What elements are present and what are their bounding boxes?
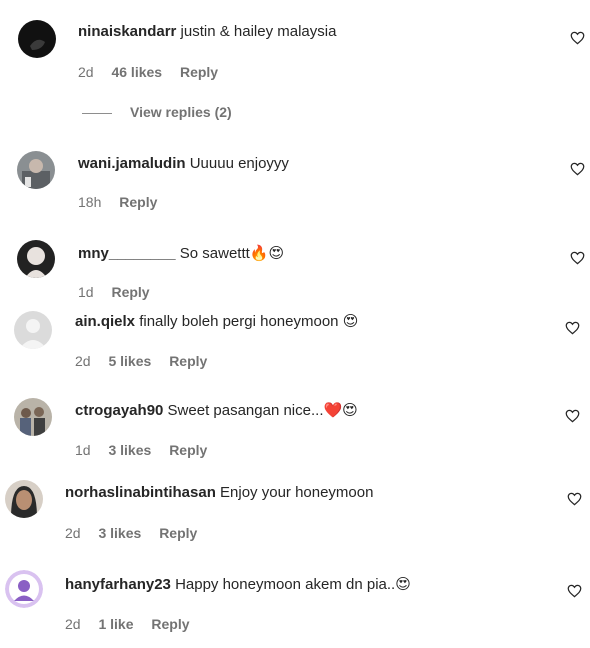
username-link[interactable]: ninaiskandarr [78,23,176,40]
reply-button[interactable]: Reply [169,353,207,369]
comment-text: Enjoy your honeymoon [220,484,374,501]
like-heart-icon[interactable] [565,321,580,335]
comment-line: wani.jamaludin Uuuuu enjoyyy [78,154,289,174]
comment-line: ain.qielx finally boleh pergi honeymoon … [75,311,358,332]
reply-button[interactable]: Reply [111,284,149,300]
comment-line: ctrogayah90 Sweet pasangan nice...❤️😍 [75,400,358,421]
likes-count[interactable]: 3 likes [98,525,141,541]
comment-item: hanyfarhany23 Happy honeymoon akem dn pi… [0,560,590,648]
comment-meta: 2d 1 like Reply [65,615,204,633]
comment-text: So sawettt [179,245,250,262]
emoji-fire-heart-eyes: 🔥😍 [249,244,285,262]
comment-time: 1d [78,284,94,300]
reply-button[interactable]: Reply [169,442,207,458]
likes-count[interactable]: 5 likes [108,353,151,369]
replies-divider [82,112,112,114]
comment-line: mny________ So sawettt🔥😍 [78,243,284,264]
reply-button[interactable]: Reply [119,194,157,210]
like-heart-icon[interactable] [570,31,585,45]
like-heart-icon[interactable] [570,251,585,265]
view-replies-label: View replies (2) [130,104,232,120]
avatar[interactable] [5,570,43,608]
comment-meta: 1d Reply [78,283,164,301]
comment-line: ninaiskandarr justin & hailey malaysia [78,22,336,42]
comment-time: 1d [75,442,91,458]
comment-text: justin & hailey malaysia [180,23,337,40]
comment-time: 2d [75,353,91,369]
comment-text: Uuuuu enjoyyy [189,155,289,172]
comment-text: finally boleh pergi honeymoon [139,313,339,330]
username-link[interactable]: ain.qielx [75,313,135,330]
avatar-placeholder[interactable] [14,311,52,349]
comment-item: ain.qielx finally boleh pergi honeymoon … [0,305,590,385]
comment-item: ninaiskandarr justin & hailey malaysia 2… [0,0,590,130]
comment-item: norhaslinabintihasan Enjoy your honeymoo… [0,470,590,555]
like-heart-icon[interactable] [567,492,582,506]
like-heart-icon[interactable] [567,584,582,598]
comment-item: ctrogayah90 Sweet pasangan nice...❤️😍 1d… [0,390,590,465]
reply-button[interactable]: Reply [151,616,189,632]
avatar[interactable] [14,398,52,436]
likes-count[interactable]: 46 likes [111,64,162,80]
username-link[interactable]: mny________ [78,245,176,262]
comment-meta: 18h Reply [78,193,171,211]
like-heart-icon[interactable] [565,409,580,423]
comment-meta: 2d 3 likes Reply [65,524,211,542]
username-link[interactable]: hanyfarhany23 [65,576,171,593]
avatar[interactable] [5,480,43,518]
like-heart-icon[interactable] [570,162,585,176]
comment-text: Happy honeymoon akem dn pia.. [175,576,396,593]
comment-meta: 2d 5 likes Reply [75,352,221,370]
likes-count[interactable]: 3 likes [108,442,151,458]
emoji-heart-heart-eyes: ❤️😍 [323,401,358,419]
comment-item: mny________ So sawettt🔥😍 1d Reply [0,230,590,305]
username-link[interactable]: wani.jamaludin [78,155,186,172]
avatar[interactable] [17,240,55,278]
emoji-heart-eyes: 😍 [342,312,359,330]
comment-meta: 2d 46 likes Reply [78,63,232,81]
comment-text: Sweet pasangan nice... [167,402,324,419]
comment-time: 2d [65,616,81,632]
emoji-heart-eyes: 😍 [395,575,411,593]
reply-button[interactable]: Reply [159,525,197,541]
comment-item: wani.jamaludin Uuuuu enjoyyy 18h Reply [0,140,590,220]
comment-line: hanyfarhany23 Happy honeymoon akem dn pi… [65,574,411,595]
likes-count[interactable]: 1 like [98,616,133,632]
reply-button[interactable]: Reply [180,64,218,80]
comment-time: 2d [65,525,81,541]
avatar[interactable] [18,20,56,58]
comment-line: norhaslinabintihasan Enjoy your honeymoo… [65,483,373,503]
avatar[interactable] [17,151,55,189]
view-replies-button[interactable]: View replies (2) [82,104,232,120]
comment-time: 18h [78,194,102,210]
comment-time: 2d [78,64,94,80]
username-link[interactable]: ctrogayah90 [75,402,163,419]
comment-meta: 1d 3 likes Reply [75,441,221,459]
username-link[interactable]: norhaslinabintihasan [65,484,216,501]
